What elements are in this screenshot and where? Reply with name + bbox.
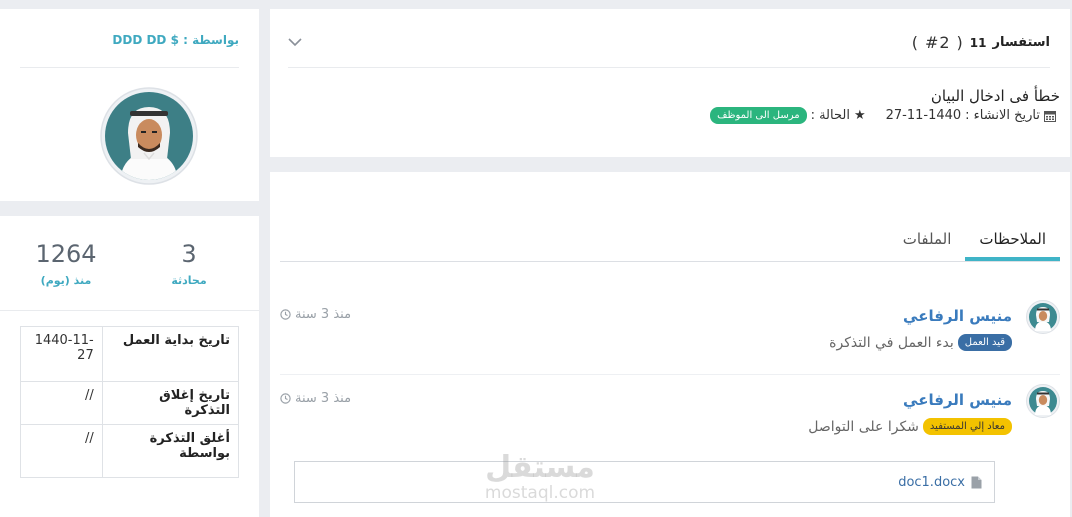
created-value: 27-11-1440 bbox=[885, 108, 962, 123]
by-value[interactable]: DDD DD $ bbox=[112, 33, 179, 47]
ticket-hash-close: ) bbox=[911, 33, 919, 52]
note-time: منذ 3 سنة bbox=[280, 307, 351, 322]
created-date-group: تاريخ الانشاء : 27-11-1440 bbox=[886, 108, 1056, 123]
note-body: قيد العمل بدء العمل في التذكرة bbox=[829, 334, 1012, 351]
note-text: شكرا على التواصل bbox=[808, 418, 919, 435]
calendar-icon bbox=[1044, 110, 1056, 122]
assigned-by: بواسطة : DDD DD $ bbox=[112, 33, 239, 47]
tab-files[interactable]: الملفات bbox=[889, 220, 966, 261]
stat-label: محادثة bbox=[171, 274, 207, 287]
row-value: // bbox=[20, 381, 103, 425]
note-time: منذ 3 سنة bbox=[280, 391, 351, 406]
table-row: تاريخ بداية العمل 1440-11-27 bbox=[20, 326, 240, 382]
ticket-subject: خطأ فى ادخال البيان bbox=[930, 87, 1060, 105]
ticket-number: 11 bbox=[969, 35, 987, 50]
table-row: أغلق التذكرة بواسطة // bbox=[20, 424, 240, 478]
stats-card: 3 محادثة 1264 منذ (يوم) تاريخ بداية العم… bbox=[0, 216, 259, 517]
row-value: 1440-11-27 bbox=[20, 326, 103, 382]
tab-bar: الملاحظات الملفات bbox=[280, 220, 1060, 262]
note-author[interactable]: منيس الرفاعي bbox=[903, 391, 1012, 409]
by-label: بواسطة : bbox=[183, 33, 239, 47]
notes-card: الملاحظات الملفات منيس الرفاعي منذ 3 سنة… bbox=[270, 172, 1070, 517]
ticket-hash-open: ( bbox=[956, 33, 964, 52]
ticket-type-label: استفسار bbox=[992, 35, 1051, 50]
ticket-header-card: استفسار 11 ( #2 ) خطأ فى ادخال البيان تا… bbox=[270, 9, 1070, 157]
row-label: أغلق التذكرة بواسطة bbox=[101, 424, 240, 478]
stat-label: منذ (يوم) bbox=[40, 274, 92, 287]
attachment-link[interactable]: doc1.docx bbox=[898, 475, 965, 490]
chevron-down-icon[interactable] bbox=[288, 35, 302, 49]
time-text: منذ 3 سنة bbox=[295, 307, 352, 322]
star-icon: ★ bbox=[853, 108, 866, 123]
stat-value: 3 bbox=[181, 240, 197, 268]
attachment-box[interactable]: doc1.docx bbox=[294, 461, 995, 503]
file-icon bbox=[971, 476, 982, 488]
note-status-badge: معاد إلي المستفيد bbox=[922, 418, 1012, 435]
created-label: تاريخ الانشاء : bbox=[965, 108, 1040, 123]
stat-value: 1264 bbox=[35, 240, 97, 268]
ticket-info-table: تاريخ بداية العمل 1440-11-27 تاريخ إغلاق… bbox=[20, 326, 240, 478]
clock-icon bbox=[280, 393, 291, 404]
ticket-hash: #2 bbox=[924, 33, 951, 52]
status-group: ★ الحالة : مرسل الى الموظف bbox=[710, 107, 866, 124]
note-status-badge: قيد العمل bbox=[957, 334, 1012, 351]
status-badge: مرسل الى الموظف bbox=[710, 107, 807, 124]
ticket-title: استفسار 11 ( #2 ) bbox=[912, 33, 1050, 52]
note-author[interactable]: منيس الرفاعي bbox=[903, 307, 1012, 325]
divider bbox=[0, 310, 259, 311]
note-text: بدء العمل في التذكرة bbox=[829, 334, 954, 351]
row-label: تاريخ بداية العمل bbox=[101, 326, 240, 382]
clock-icon bbox=[280, 309, 291, 320]
row-label: تاريخ إغلاق التذكرة bbox=[101, 381, 240, 425]
stat-days: 1264 منذ (يوم) bbox=[16, 238, 116, 287]
divider bbox=[288, 67, 1050, 68]
profile-card: بواسطة : DDD DD $ bbox=[0, 9, 259, 201]
status-label: الحالة : bbox=[810, 108, 850, 123]
stat-conversations: 3 محادثة bbox=[139, 238, 239, 287]
profile-avatar bbox=[100, 87, 198, 185]
divider bbox=[20, 67, 239, 68]
user-avatar bbox=[1026, 384, 1060, 418]
user-avatar bbox=[1026, 300, 1060, 334]
note-item: منيس الرفاعي منذ 3 سنة معاد إلي المستفيد… bbox=[280, 384, 1070, 468]
time-text: منذ 3 سنة bbox=[295, 391, 352, 406]
divider bbox=[280, 374, 1060, 375]
note-body: معاد إلي المستفيد شكرا على التواصل bbox=[808, 418, 1012, 435]
tab-notes[interactable]: الملاحظات bbox=[965, 220, 1060, 261]
table-row: تاريخ إغلاق التذكرة // bbox=[20, 381, 240, 425]
note-item: منيس الرفاعي منذ 3 سنة قيد العمل بدء الع… bbox=[280, 300, 1070, 384]
row-value: // bbox=[20, 424, 103, 478]
ticket-meta: تاريخ الانشاء : 27-11-1440 ★ الحالة : مر… bbox=[710, 107, 1056, 124]
